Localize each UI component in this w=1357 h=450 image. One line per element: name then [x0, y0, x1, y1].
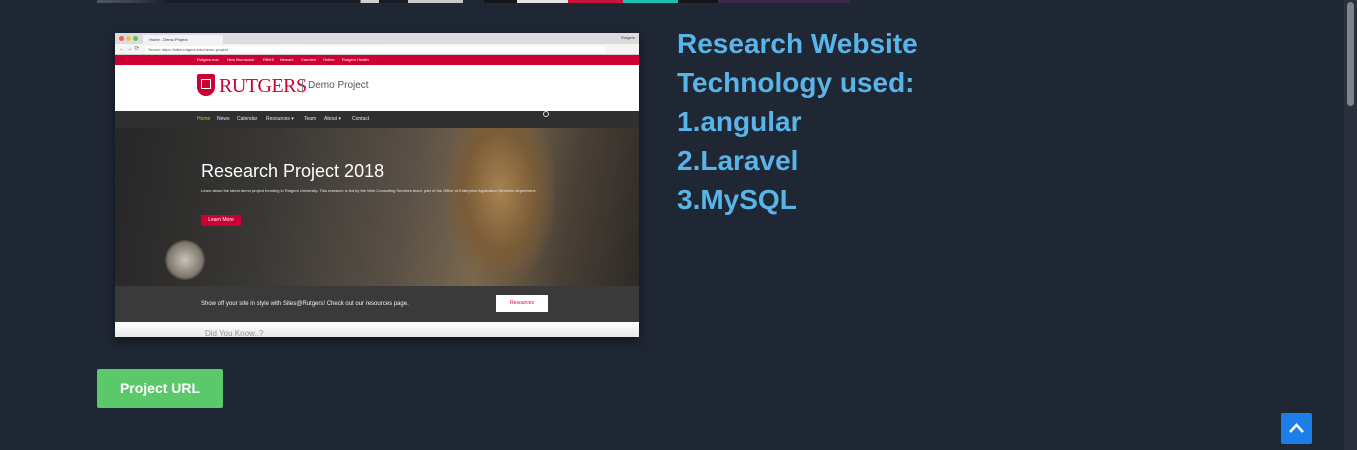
tech-item: 1.angular	[677, 106, 802, 137]
learn-more-button: Learn More	[201, 215, 241, 226]
site-header: RUTGERS Demo Project	[115, 65, 639, 111]
url-field: Secure https://sites.rutgers.edu/demo-pr…	[145, 46, 605, 53]
close-dot-icon	[119, 36, 124, 41]
top-link: Online	[323, 57, 335, 62]
resource-bar: Show off your site in style with Sites@R…	[115, 286, 639, 322]
project-url-button[interactable]: Project URL	[97, 369, 223, 408]
minimize-dot-icon	[126, 36, 131, 41]
previous-thumbnail-right	[484, 0, 850, 3]
nav-item-home: Home	[197, 116, 211, 122]
back-to-top-button[interactable]	[1281, 413, 1312, 444]
browser-tab: Home - Demo Project	[143, 35, 223, 44]
nav-item-team: Team	[304, 116, 317, 122]
site-nav: Home News Calendar Resources ▾ Team Abou…	[115, 111, 639, 128]
address-bar: ← → ⟳ Secure https://sites.rutgers.edu/d…	[115, 44, 639, 55]
chevron-up-icon	[1289, 423, 1304, 433]
search-icon	[543, 111, 549, 117]
nav-item-calendar: Calendar	[237, 116, 258, 122]
hero-description: Learn about the latest demo project tren…	[201, 188, 537, 193]
nav-item-resources: Resources ▾	[266, 116, 294, 122]
nav-item-news: News	[217, 116, 230, 122]
screenshot-fade	[115, 322, 639, 337]
url-text: https://sites.rutgers.edu/demo-project	[161, 47, 228, 52]
tech-item: 3.MySQL	[677, 184, 797, 215]
top-link: New Brunswick	[227, 57, 255, 62]
secure-label: Secure	[148, 47, 161, 52]
top-link: Rutgers Health	[342, 57, 369, 62]
tech-item: 2.Laravel	[677, 145, 799, 176]
site-name: Demo Project	[308, 80, 369, 91]
logo-divider	[302, 79, 303, 93]
tech-heading: Technology used:	[677, 67, 915, 98]
project-screenshot: Home - Demo Project Rutgers ← → ⟳ Secure…	[115, 33, 639, 337]
rutgers-shield-icon	[197, 74, 215, 96]
top-link: Rutgers.edu	[197, 57, 219, 62]
nav-item-about: About ▾	[324, 116, 341, 122]
hero-banner: Research Project 2018 Learn about the la…	[115, 128, 639, 286]
resources-button: Resources	[496, 295, 548, 312]
previous-thumbnail-left	[97, 0, 463, 3]
below-fold-heading: Did You Know..?	[205, 329, 264, 337]
nav-item-contact: Contact	[352, 116, 370, 122]
browser-titlebar: Home - Demo Project Rutgers	[115, 33, 639, 44]
top-link: RBHS	[263, 57, 275, 62]
top-link: Newark	[280, 57, 294, 62]
scrollbar[interactable]	[1344, 0, 1357, 450]
window-label: Rutgers	[620, 35, 635, 40]
hero-photo	[445, 128, 555, 286]
maximize-dot-icon	[133, 36, 138, 41]
project-title: Research Website	[677, 28, 918, 59]
top-links-bar: Rutgers.edu New Brunswick RBHS Newark Ca…	[115, 55, 639, 65]
hero-photo-cup	[165, 240, 205, 280]
rutgers-logo-text: RUTGERS	[219, 75, 307, 97]
project-description: Research Website Technology used: 1.angu…	[677, 24, 918, 219]
scrollbar-thumb[interactable]	[1347, 2, 1354, 106]
resource-text: Show off your site in style with Sites@R…	[201, 301, 409, 307]
top-link: Camden	[301, 57, 317, 62]
hero-title: Research Project 2018	[201, 161, 385, 181]
back-arrow-icon: ← → ⟳	[119, 46, 140, 52]
